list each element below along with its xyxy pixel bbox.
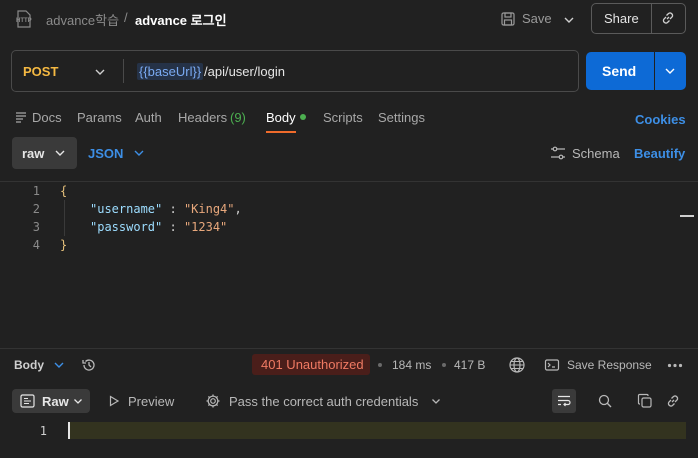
preview-icon[interactable] [108,395,120,407]
separator-dot [378,363,382,367]
code-line[interactable]: "username" : "King4", [90,202,242,216]
chevron-down-icon[interactable] [132,146,146,160]
wrap-icon[interactable] [556,393,572,409]
chevron-down-icon[interactable] [93,65,107,79]
tab-auth[interactable]: Auth [135,110,162,125]
tab-scripts[interactable]: Scripts [323,110,363,125]
chevron-down-icon[interactable] [52,358,66,372]
chevron-down-icon[interactable] [663,64,677,78]
response-time[interactable]: 184 ms [392,358,431,372]
history-icon[interactable] [81,357,97,373]
tab-params[interactable]: Params [77,110,122,125]
status-code[interactable]: 401 Unauthorized [261,357,364,372]
save-button[interactable]: Save [522,11,552,26]
copy-icon[interactable] [637,393,653,409]
auth-message[interactable]: Pass the correct auth credentials [229,394,418,409]
raw-view-icon [20,394,35,408]
url-variable[interactable]: {{baseUrl}} [137,63,204,80]
save-response-button[interactable]: Save Response [567,358,652,372]
divider [0,348,698,349]
response-size[interactable]: 417 B [454,358,485,372]
tab-body[interactable]: Body [266,110,296,125]
gear-icon[interactable] [205,393,221,409]
line-number: 4 [32,238,40,252]
method-select[interactable]: POST [23,64,58,79]
svg-text:HTTP: HTTP [16,18,32,24]
text-cursor [68,422,70,439]
save-icon[interactable] [500,11,516,27]
scrollbar-marker[interactable] [680,215,694,217]
response-view-label[interactable]: Raw [42,394,69,409]
share-label[interactable]: Share [604,11,639,26]
headers-count-badge: (9) [230,110,246,125]
chevron-down-icon[interactable] [430,395,442,407]
search-icon[interactable] [597,393,613,409]
response-body-select[interactable]: Body [14,358,44,372]
request-title[interactable]: advance 로그인 [135,10,227,29]
save-response-icon[interactable] [544,357,560,373]
body-mode-label[interactable]: raw [22,146,44,161]
line-number: 1 [39,424,47,438]
active-tab-underline [266,131,296,133]
divider [651,3,652,34]
tab-docs[interactable]: Docs [32,110,62,125]
send-label[interactable]: Send [602,63,636,79]
docs-icon [15,111,27,123]
globe-icon[interactable] [508,356,526,374]
beautify-button[interactable]: Beautify [634,146,685,161]
schema-button[interactable]: Schema [572,146,620,161]
divider [0,181,698,182]
body-indicator-dot [300,114,306,120]
schema-icon[interactable] [550,146,566,160]
divider [123,59,124,83]
more-icon[interactable] [667,363,683,368]
url-input[interactable]: /api/user/login [204,64,285,79]
preview-button[interactable]: Preview [128,394,174,409]
link-icon[interactable] [660,10,676,26]
line-number: 3 [32,220,40,234]
active-line-highlight [68,422,686,439]
chevron-down-icon[interactable] [72,395,84,407]
code-line[interactable]: } [60,238,67,252]
http-icon: HTTP [14,9,34,29]
cookies-link[interactable]: Cookies [635,112,686,127]
line-number: 1 [32,184,40,198]
chevron-down-icon[interactable] [53,146,67,160]
code-line[interactable]: { [60,184,67,198]
tab-settings[interactable]: Settings [378,110,425,125]
body-format-select[interactable]: JSON [88,146,123,161]
indent-guide [64,200,65,236]
tab-headers[interactable]: Headers [178,110,227,125]
breadcrumb-separator: / [124,10,128,25]
separator-dot [442,363,446,367]
code-line[interactable]: "password" : "1234" [90,220,227,234]
chevron-down-icon[interactable] [562,13,576,27]
line-number: 2 [32,202,40,216]
link-icon[interactable] [665,393,681,409]
breadcrumb-parent[interactable]: advance학습 [46,10,119,29]
